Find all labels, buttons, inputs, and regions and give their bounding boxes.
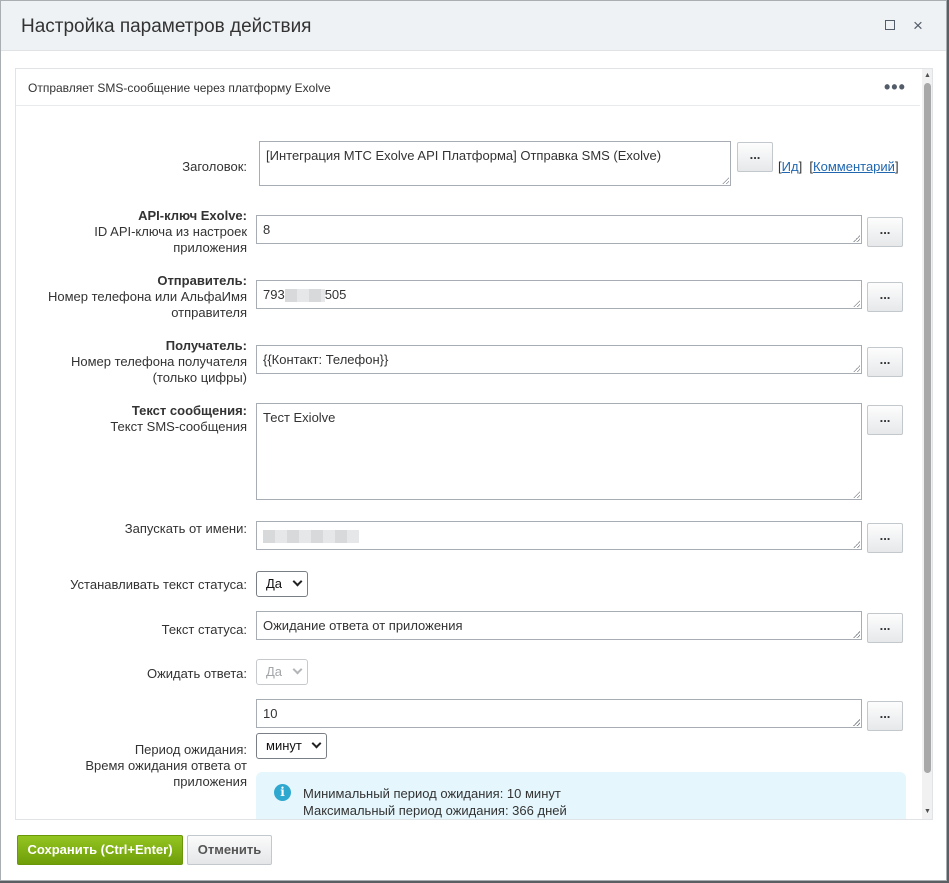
cancel-button[interactable]: Отменить: [187, 835, 272, 865]
api-key-field[interactable]: 8: [256, 215, 862, 244]
message-label-hint: Текст SMS-сообщения: [110, 419, 247, 434]
info-min-period: Минимальный период ожидания: 10 минут: [303, 786, 561, 801]
set-status-label: Устанавливать текст статуса:: [70, 577, 247, 592]
recipient-label: Получатель: Номер телефона получателя (т…: [56, 338, 247, 386]
message-label-title: Текст сообщения:: [131, 403, 247, 418]
action-description: Отправляет SMS-сообщение через платформу…: [28, 81, 331, 95]
api-key-label: API-ключ Exolve: ID API-ключа из настрое…: [56, 208, 247, 256]
recipient-label-hint: Номер телефона получателя (только цифры): [70, 354, 247, 385]
run-as-label: Запускать от имени:: [124, 521, 247, 536]
recipient-field[interactable]: {{Контакт: Телефон}}: [256, 345, 862, 374]
wait-period-unit-select[interactable]: минут: [256, 733, 327, 759]
redacted-sender-digits: [284, 289, 325, 303]
maximize-icon: [885, 20, 895, 31]
wait-period-label-hint: Время ожидания ответа от приложения: [85, 758, 247, 789]
wait-period-label-title: Период ожидания:: [134, 742, 247, 757]
scrollbar-thumb[interactable]: [924, 83, 931, 773]
vertical-scrollbar[interactable]: ▲ ▼: [922, 69, 932, 819]
wait-response-selected: Да: [266, 664, 283, 679]
sender-label-title: Отправитель:: [157, 273, 247, 288]
title-label: Заголовок:: [182, 159, 247, 174]
title-field[interactable]: [Интеграция МТС Exolve API Платформа] От…: [259, 141, 731, 186]
id-link[interactable]: Ид: [782, 159, 799, 174]
wait-period-insert-button[interactable]: ...: [867, 701, 903, 731]
info-icon: i: [274, 784, 291, 801]
wait-response-select: Да: [256, 659, 308, 685]
run-as-insert-button[interactable]: ...: [867, 523, 903, 553]
dialog-title: Настройка параметров действия: [21, 16, 312, 37]
recipient-insert-button[interactable]: ...: [867, 347, 903, 377]
bracket-close: ]: [798, 159, 803, 174]
title-links: [Ид] [Комментарий]: [778, 159, 899, 174]
status-text-field[interactable]: Ожидание ответа от приложения: [256, 611, 862, 640]
wait-period-unit-selected: минут: [266, 738, 302, 753]
message-insert-button[interactable]: ...: [867, 405, 903, 435]
api-key-label-title: API-ключ Exolve:: [138, 208, 247, 223]
title-insert-button[interactable]: ...: [737, 142, 773, 172]
sender-label-hint: Номер телефона или АльфаИмя отправителя: [48, 289, 247, 320]
close-button[interactable]: ×: [907, 15, 929, 37]
set-status-select[interactable]: Да: [256, 571, 308, 597]
scroll-down-arrow-icon[interactable]: ▼: [923, 807, 932, 817]
set-status-selected: Да: [266, 576, 283, 591]
message-textarea[interactable]: Тест Exiolve: [256, 403, 862, 500]
run-as-field[interactable]: [256, 521, 862, 550]
wait-period-field[interactable]: 10: [256, 699, 862, 728]
maximize-button[interactable]: [879, 15, 901, 37]
action-settings-dialog: Настройка параметров действия × Отправля…: [0, 0, 947, 881]
bracket-close: ]: [894, 159, 899, 174]
redacted-user-name: [263, 530, 359, 544]
chevron-down-icon: [311, 738, 322, 749]
api-key-insert-button[interactable]: ...: [867, 217, 903, 247]
panel-header: Отправляет SMS-сообщение через платформу…: [16, 69, 920, 106]
dialog-titlebar: Настройка параметров действия ×: [1, 1, 946, 51]
wait-period-info-box: i Минимальный период ожидания: 10 минут …: [256, 772, 906, 819]
info-max-period: Максимальный период ожидания: 366 дней: [303, 803, 567, 818]
wait-period-label: Период ожидания: Время ожидания ответа о…: [56, 742, 247, 790]
sender-field[interactable]: 793 505: [256, 280, 862, 309]
sender-label: Отправитель: Номер телефона или АльфаИмя…: [46, 273, 247, 321]
comment-link[interactable]: Комментарий: [813, 159, 895, 174]
status-text-label: Текст статуса:: [161, 622, 247, 637]
message-label: Текст сообщения: Текст SMS-сообщения: [56, 403, 247, 435]
wait-response-label: Ожидать ответа:: [146, 666, 247, 681]
sender-value-prefix: 793: [263, 287, 285, 302]
more-menu-icon[interactable]: •••: [884, 77, 906, 98]
settings-panel: Отправляет SMS-сообщение через платформу…: [15, 68, 933, 820]
recipient-label-title: Получатель:: [165, 338, 247, 353]
status-text-insert-button[interactable]: ...: [867, 613, 903, 643]
scroll-up-arrow-icon[interactable]: ▲: [923, 71, 932, 81]
sender-value-suffix: 505: [324, 287, 347, 302]
chevron-down-icon: [292, 576, 303, 587]
chevron-down-icon: [292, 664, 303, 675]
api-key-label-hint: ID API-ключа из настроек приложения: [94, 224, 247, 255]
save-button[interactable]: Сохранить (Ctrl+Enter): [17, 835, 183, 865]
sender-insert-button[interactable]: ...: [867, 282, 903, 312]
